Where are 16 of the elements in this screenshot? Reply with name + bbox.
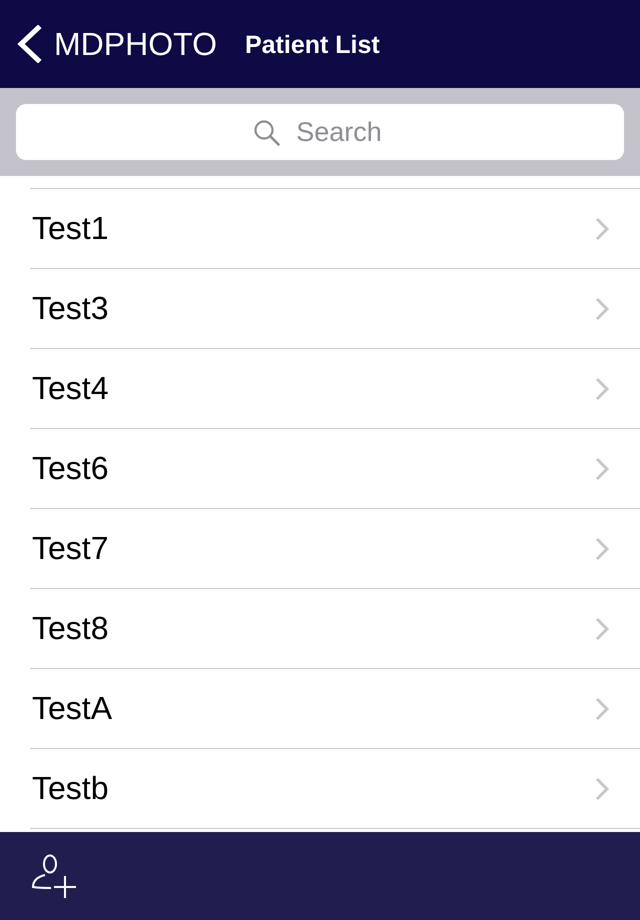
chevron-right-icon xyxy=(595,536,609,560)
back-button[interactable]: MDPHOTO xyxy=(16,24,217,64)
chevron-right-icon xyxy=(595,696,609,720)
search-field[interactable]: Search xyxy=(16,104,624,160)
screen-title: Patient List xyxy=(244,31,380,60)
add-patient-button[interactable] xyxy=(31,854,77,898)
person-plus-icon xyxy=(31,854,77,898)
chevron-left-icon xyxy=(16,25,42,63)
search-icon xyxy=(253,119,280,146)
chevron-right-icon xyxy=(595,456,609,480)
chevron-right-icon xyxy=(595,776,609,800)
patient-row[interactable]: Testb xyxy=(30,748,640,829)
chevron-right-icon xyxy=(595,616,609,640)
chevron-right-icon xyxy=(595,296,609,320)
chevron-right-icon xyxy=(595,376,609,400)
chevron-right-icon xyxy=(595,216,609,240)
